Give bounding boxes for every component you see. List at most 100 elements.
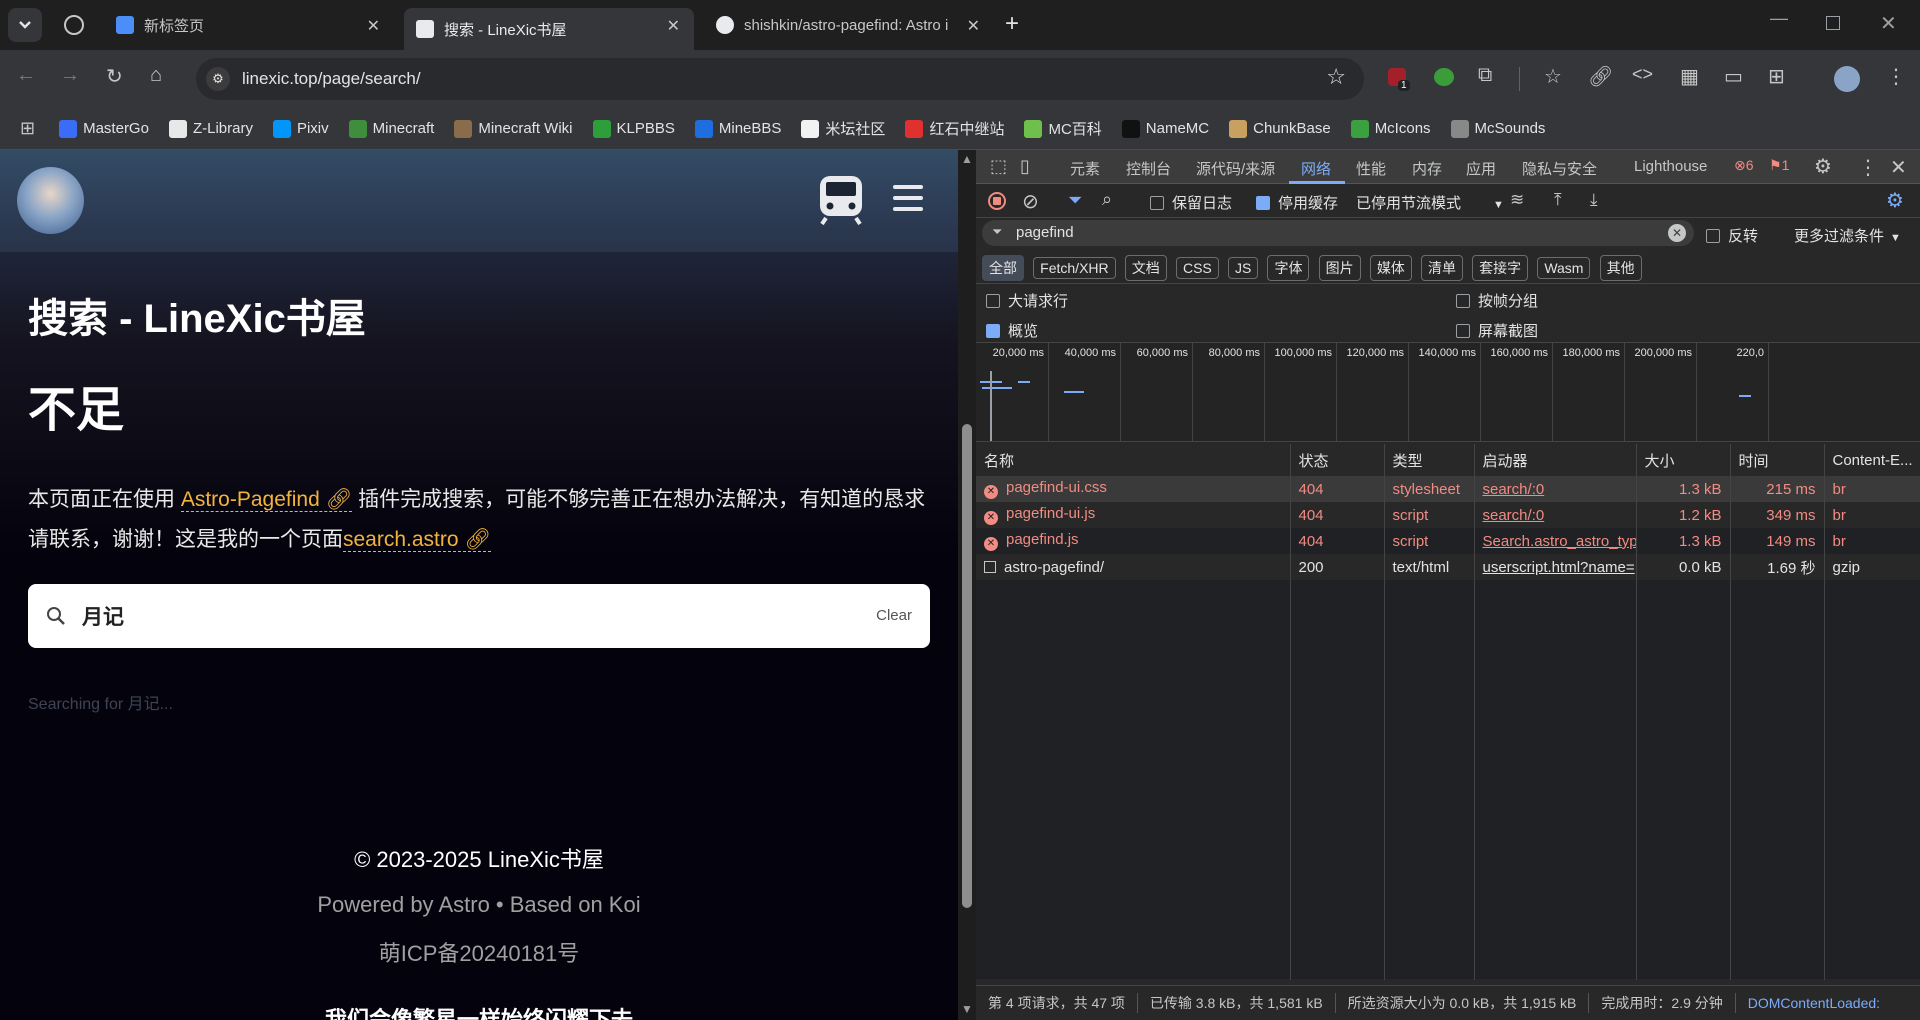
chip-js[interactable]: JS <box>1227 257 1259 279</box>
chip-img[interactable]: 图片 <box>1318 255 1361 281</box>
chip-socket[interactable]: 套接字 <box>1472 255 1529 281</box>
bookmark-item[interactable]: MineBBS <box>694 119 781 138</box>
preserve-log-checkbox[interactable]: 保留日志 <box>1150 192 1232 213</box>
invert-checkbox[interactable]: 反转 <box>1706 225 1758 246</box>
more-menu-icon[interactable]: ⋮ <box>1886 64 1906 89</box>
chip-font[interactable]: 字体 <box>1267 255 1310 281</box>
settings-gear-icon[interactable]: ⚙ <box>1814 154 1832 179</box>
frog-extension-icon[interactable] <box>1434 68 1454 86</box>
devtools-tab-console[interactable]: 控制台 <box>1126 158 1171 179</box>
chip-media[interactable]: 媒体 <box>1369 255 1412 281</box>
cell-initiator[interactable]: search/:0 <box>1474 476 1637 502</box>
bookmark-item[interactable]: McSounds <box>1450 119 1545 138</box>
cell-name[interactable]: ✕ pagefind-ui.js <box>976 502 1291 528</box>
bookmark-item[interactable]: 米坛社区 <box>801 118 885 139</box>
cell-initiator[interactable]: Search.astro_astro_type <box>1474 528 1637 554</box>
train-icon[interactable] <box>818 174 864 226</box>
close-icon[interactable]: ✕ <box>967 16 980 36</box>
timeline-overview[interactable]: 20,000 ms 40,000 ms 60,000 ms 80,000 ms 100,… <box>976 342 1920 442</box>
bookmark-item[interactable]: KLPBBS <box>592 119 675 138</box>
new-tab-button[interactable]: + <box>1005 10 1019 38</box>
bookmark-item[interactable]: Z-Library <box>168 119 253 138</box>
column-size[interactable]: 大小 <box>1636 444 1731 476</box>
filter-input[interactable]: ⏷ pagefind ✕ <box>982 220 1694 246</box>
chip-doc[interactable]: 文档 <box>1124 255 1167 281</box>
search-astro-link[interactable]: search.astro 🔗︎ <box>343 528 492 552</box>
devtools-close-icon[interactable]: ✕ <box>1890 155 1907 180</box>
device-toggle-icon[interactable]: ▯ <box>1020 156 1030 177</box>
cell-name[interactable]: astro-pagefind/ <box>976 554 1291 580</box>
import-har-icon[interactable]: ⤒ <box>1554 190 1562 210</box>
column-type[interactable]: 类型 <box>1384 444 1475 476</box>
cell-name[interactable]: ✕ pagefind.js <box>976 528 1291 554</box>
grid-panel-icon[interactable]: ▦ <box>1680 64 1699 89</box>
clear-filter-icon[interactable]: ✕ <box>1668 224 1686 242</box>
tab-new-tab[interactable]: 新标签页 ✕ <box>104 8 394 42</box>
site-info-icon[interactable]: ⚙ <box>206 67 230 91</box>
bookmarks-star-icon[interactable]: ☆ <box>1544 64 1562 89</box>
error-count-badge[interactable]: ⊗6 <box>1734 157 1754 174</box>
devtools-tab-sources[interactable]: 源代码/来源 <box>1196 158 1275 179</box>
devtools-tab-application[interactable]: 应用 <box>1466 158 1496 179</box>
inspect-element-icon[interactable]: ⬚ <box>990 156 1007 177</box>
chip-fetch-xhr[interactable]: Fetch/XHR <box>1033 257 1116 279</box>
address-bar[interactable]: ⚙ linexic.top/page/search/ ☆ <box>196 58 1364 100</box>
record-stop-icon[interactable] <box>988 192 1006 210</box>
chip-other[interactable]: 其他 <box>1599 255 1642 281</box>
tab-search-button[interactable] <box>8 8 42 42</box>
back-button[interactable]: ← <box>16 64 36 87</box>
column-name[interactable]: 名称 <box>976 444 1291 476</box>
home-button[interactable]: ⌂ <box>150 64 162 87</box>
export-har-icon[interactable]: ⤓ <box>1590 190 1598 210</box>
table-row[interactable]: astro-pagefind/200 text/html userscript.ht… <box>976 554 1920 580</box>
bookmark-item[interactable]: Minecraft <box>348 119 434 138</box>
bookmark-item[interactable]: McIcons <box>1350 119 1431 138</box>
profile-avatar[interactable] <box>1834 66 1860 92</box>
close-icon[interactable]: ✕ <box>667 16 680 36</box>
bookmark-item[interactable]: NameMC <box>1121 119 1209 138</box>
table-row[interactable]: ✕ pagefind-ui.css 404 stylesheet search/:0 1.… <box>976 476 1920 502</box>
globe-icon[interactable] <box>64 15 84 35</box>
table-row[interactable]: ✕ pagefind.js 404 script Search.astro_astro_… <box>976 528 1920 554</box>
bookmark-star-icon[interactable]: ☆ <box>1326 64 1346 90</box>
apps-icon[interactable]: ⊞ <box>20 118 35 139</box>
throttle-select[interactable]: 已停用节流模式 ▼ <box>1356 192 1504 213</box>
big-rows-checkbox[interactable]: 大请求行 <box>986 290 1068 311</box>
more-filters-dropdown[interactable]: 更多过滤条件 ▼ <box>1794 225 1901 246</box>
code-icon[interactable]: <> <box>1632 64 1653 85</box>
overview-checkbox[interactable]: 概览 <box>986 320 1038 341</box>
column-time[interactable]: 时间 <box>1730 444 1825 476</box>
tab-search-linexic[interactable]: 搜索 - LineXic书屋 ✕ <box>404 8 694 50</box>
bookmark-item[interactable]: ChunkBase <box>1229 119 1331 138</box>
forward-button[interactable]: → <box>60 64 80 87</box>
reload-button[interactable]: ↻ <box>106 64 123 89</box>
extensions-puzzle-icon[interactable]: ⧉ <box>1478 64 1492 87</box>
avatar[interactable] <box>17 167 84 234</box>
network-settings-icon[interactable]: ⚙ <box>1886 188 1904 213</box>
search-icon[interactable]: ⌕ <box>1102 189 1112 210</box>
hamburger-menu-icon[interactable] <box>893 185 923 215</box>
search-box[interactable]: Clear <box>28 584 930 648</box>
screenshot-checkbox[interactable]: 屏幕截图 <box>1456 320 1538 341</box>
disable-cache-checkbox[interactable]: 停用缓存 <box>1256 192 1338 213</box>
page-scrollbar[interactable]: ▲ ▼ <box>958 150 976 1020</box>
warning-count-badge[interactable]: ⚑1 <box>1769 157 1789 174</box>
clear-log-icon[interactable]: ⊘ <box>1022 189 1039 214</box>
chip-manifest[interactable]: 清单 <box>1420 255 1463 281</box>
footer-powered-by[interactable]: Powered by Astro • Based on Koi <box>0 892 958 918</box>
devtools-tab-lighthouse[interactable]: Lighthouse <box>1634 158 1707 175</box>
bookmark-item[interactable]: MC百科 <box>1024 118 1102 139</box>
bookmark-item[interactable]: Pixiv <box>272 119 329 138</box>
devtools-tab-memory[interactable]: 内存 <box>1412 158 1442 179</box>
chip-all[interactable]: 全部 <box>982 255 1024 281</box>
column-content-encoding[interactable]: Content-E... <box>1824 444 1920 476</box>
bookmark-item[interactable]: MasterGo <box>59 119 149 138</box>
apps-grid-icon[interactable]: ⊞ <box>1768 64 1785 89</box>
scroll-up-arrow[interactable]: ▲ <box>961 152 973 166</box>
bookmark-item[interactable]: Minecraft Wiki <box>454 119 573 138</box>
network-conditions-icon[interactable]: ≋ <box>1510 190 1524 210</box>
search-input[interactable] <box>82 598 842 634</box>
split-screen-icon[interactable]: ▭ <box>1724 64 1743 89</box>
devtools-tab-privacy[interactable]: 隐私与安全 <box>1522 158 1597 179</box>
scroll-thumb[interactable] <box>962 424 972 908</box>
